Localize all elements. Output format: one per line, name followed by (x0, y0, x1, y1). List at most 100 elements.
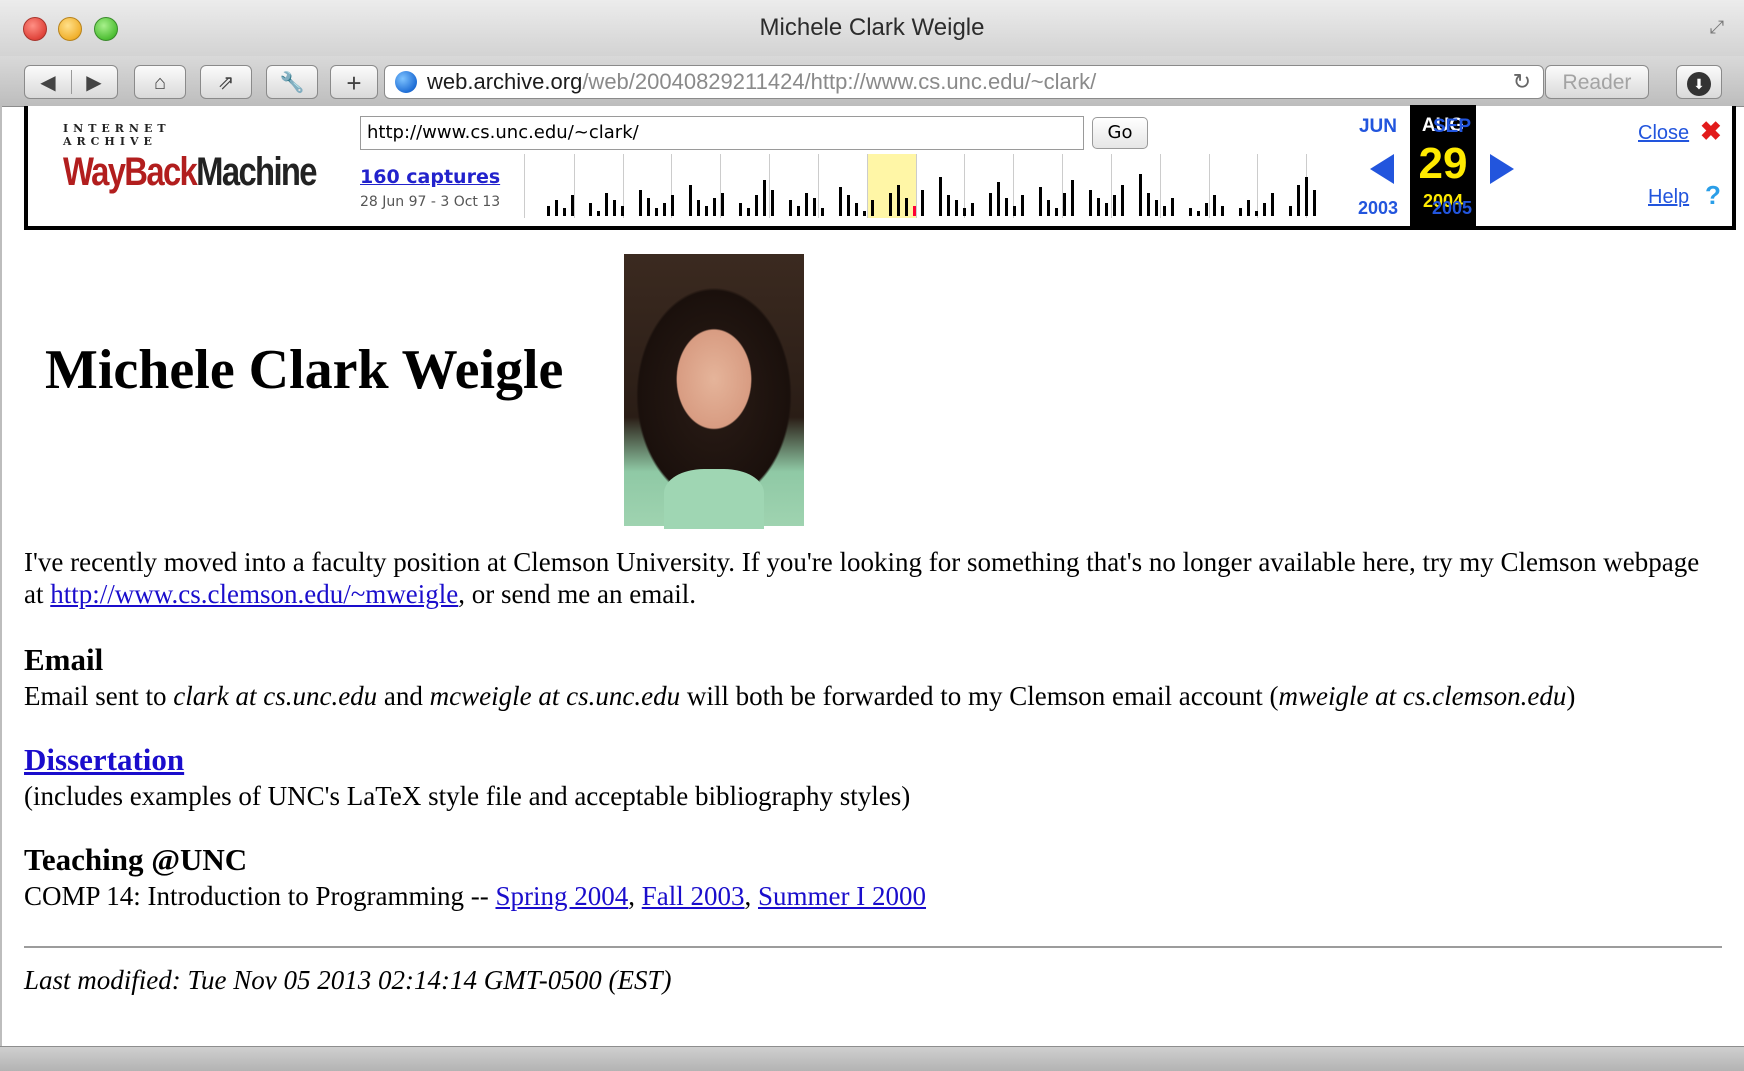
reader-button[interactable]: Reader (1545, 65, 1649, 99)
capture-bar[interactable] (897, 184, 900, 216)
next-month-link[interactable]: SEP (1422, 116, 1482, 138)
capture-bar[interactable] (955, 200, 958, 216)
capture-bar[interactable] (571, 195, 574, 216)
capture-bar[interactable] (1263, 203, 1266, 216)
capture-bar[interactable] (863, 210, 866, 216)
prev-capture-arrow-icon[interactable] (1370, 154, 1394, 184)
capture-bar[interactable] (889, 192, 892, 216)
help-icon[interactable]: ? (1705, 180, 1721, 211)
capture-bar[interactable] (705, 205, 708, 216)
capture-bar[interactable] (1071, 179, 1074, 216)
capture-bar[interactable] (939, 177, 942, 216)
capture-bar[interactable] (1305, 177, 1308, 216)
capture-bar[interactable] (871, 200, 874, 216)
capture-bar[interactable] (1163, 205, 1166, 216)
capture-bar[interactable] (647, 197, 650, 216)
address-bar[interactable]: web.archive.org/web/20040829211424/http:… (384, 65, 1544, 99)
capture-bar[interactable] (855, 203, 858, 216)
capture-bar[interactable] (1089, 190, 1092, 216)
capture-bar[interactable] (989, 192, 992, 216)
capture-bar[interactable] (797, 205, 800, 216)
capture-bar[interactable] (789, 200, 792, 216)
capture-bar[interactable] (1121, 184, 1124, 216)
capture-bar[interactable] (847, 195, 850, 216)
go-button[interactable]: Go (1092, 117, 1148, 149)
capture-bar[interactable] (1221, 205, 1224, 216)
help-link[interactable]: Help (1648, 186, 1689, 209)
capture-bar[interactable] (913, 205, 916, 216)
capture-bar[interactable] (771, 190, 774, 216)
capture-bar[interactable] (1255, 210, 1258, 216)
capture-bar[interactable] (1047, 200, 1050, 216)
capture-bar[interactable] (589, 203, 592, 216)
captures-link[interactable]: 160 captures (360, 166, 500, 188)
capture-bar[interactable] (605, 192, 608, 216)
capture-bar[interactable] (1013, 205, 1016, 216)
capture-bar[interactable] (663, 203, 666, 216)
capture-bar[interactable] (1147, 192, 1150, 216)
capture-bar[interactable] (1113, 195, 1116, 216)
capture-bar[interactable] (821, 208, 824, 216)
capture-bar[interactable] (739, 203, 742, 216)
capture-bar[interactable] (755, 195, 758, 216)
capture-bar[interactable] (563, 208, 566, 216)
settings-wrench-button[interactable]: 🔧 (266, 65, 318, 99)
capture-bar[interactable] (1005, 197, 1008, 216)
capture-bar[interactable] (671, 195, 674, 216)
capture-bar[interactable] (697, 200, 700, 216)
capture-bar[interactable] (1297, 184, 1300, 216)
capture-bar[interactable] (621, 205, 624, 216)
add-bookmark-button[interactable]: + (330, 65, 378, 99)
capture-bar[interactable] (1021, 195, 1024, 216)
capture-bar[interactable] (597, 210, 600, 216)
capture-bar[interactable] (1105, 203, 1108, 216)
summer-2000-link[interactable]: Summer I 2000 (758, 881, 926, 911)
capture-bar[interactable] (1171, 197, 1174, 216)
share-button[interactable]: ⇗ (200, 65, 252, 99)
fall-2003-link[interactable]: Fall 2003 (642, 881, 745, 911)
reload-icon[interactable]: ↻ (1513, 66, 1531, 98)
capture-bar[interactable] (721, 192, 724, 216)
capture-bar[interactable] (1039, 187, 1042, 216)
next-capture-arrow-icon[interactable] (1490, 154, 1514, 184)
capture-sparkline[interactable] (524, 154, 1355, 218)
capture-bar[interactable] (639, 190, 642, 216)
capture-bar[interactable] (947, 195, 950, 216)
dissertation-link[interactable]: Dissertation (24, 742, 184, 777)
capture-bar[interactable] (997, 182, 1000, 216)
capture-bar[interactable] (1239, 208, 1242, 216)
next-year-link[interactable]: 2005 (1422, 198, 1482, 219)
capture-bar[interactable] (1313, 190, 1316, 216)
back-button[interactable]: ◀ (25, 66, 71, 100)
wayback-url-input[interactable]: http://www.cs.unc.edu/~clark/ (360, 116, 1084, 150)
prev-month-link[interactable]: JUN (1348, 116, 1408, 138)
forward-button[interactable]: ▶ (71, 66, 117, 100)
capture-bar[interactable] (547, 205, 550, 216)
capture-bar[interactable] (689, 184, 692, 216)
capture-bar[interactable] (1189, 208, 1192, 216)
home-button[interactable]: ⌂ (134, 65, 186, 99)
capture-bar[interactable] (1055, 208, 1058, 216)
capture-bar[interactable] (713, 197, 716, 216)
capture-bar[interactable] (613, 200, 616, 216)
downloads-button[interactable]: ⬇ (1676, 65, 1722, 99)
capture-bar[interactable] (963, 208, 966, 216)
capture-bar[interactable] (1289, 205, 1292, 216)
capture-bar[interactable] (1197, 210, 1200, 216)
capture-bar[interactable] (921, 190, 924, 216)
spring-2004-link[interactable]: Spring 2004 (495, 881, 628, 911)
capture-bar[interactable] (1063, 192, 1066, 216)
capture-bar[interactable] (747, 208, 750, 216)
capture-bar[interactable] (1213, 195, 1216, 216)
capture-bar[interactable] (905, 197, 908, 216)
fullscreen-icon[interactable]: ⤢ (1706, 16, 1728, 38)
close-icon[interactable]: ✖ (1700, 116, 1722, 147)
capture-bar[interactable] (1271, 192, 1274, 216)
clemson-webpage-link[interactable]: http://www.cs.clemson.edu/~mweigle (50, 579, 458, 609)
capture-bar[interactable] (1247, 200, 1250, 216)
capture-bar[interactable] (813, 197, 816, 216)
capture-bar[interactable] (971, 203, 974, 216)
capture-bar[interactable] (1097, 197, 1100, 216)
capture-bar[interactable] (555, 200, 558, 216)
capture-bar[interactable] (763, 179, 766, 216)
